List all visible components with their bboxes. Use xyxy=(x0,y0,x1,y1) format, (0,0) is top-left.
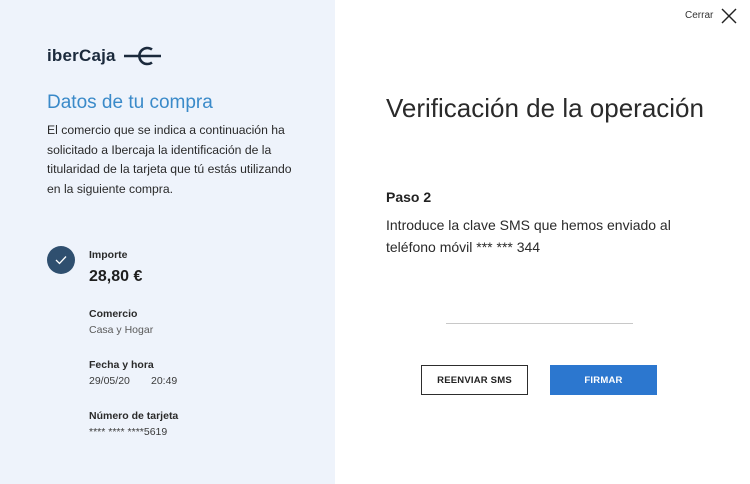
close-icon[interactable] xyxy=(721,8,737,24)
time-value: 20:49 xyxy=(151,375,178,387)
amount-value: 28,80 € xyxy=(89,268,143,285)
sign-button[interactable]: FIRMAR xyxy=(550,365,657,395)
check-icon xyxy=(55,256,67,265)
verification-title: Verificación de la operación xyxy=(386,93,704,123)
purchase-details-panel: iberCaja Datos de tu compra El comercio … xyxy=(0,0,335,484)
status-check-badge xyxy=(47,246,75,274)
datetime-label: Fecha y hora xyxy=(89,359,154,371)
resend-sms-button[interactable]: REENVIAR SMS xyxy=(421,365,528,395)
merchant-value: Casa y Hogar xyxy=(89,324,154,336)
step-description: Introduce la clave SMS que hemos enviado… xyxy=(386,217,671,255)
logo-text: iberCaja xyxy=(47,46,116,65)
ibercaja-arrow-mark-icon xyxy=(123,46,161,66)
step-label: Paso 2 xyxy=(386,189,432,205)
merchant-label: Comercio xyxy=(89,308,138,320)
close-label[interactable]: Cerrar xyxy=(685,10,713,21)
purchase-title: Datos de tu compra xyxy=(47,92,213,113)
ibercaja-logo: iberCaja xyxy=(47,45,162,67)
date-value: 29/05/20 xyxy=(89,375,130,387)
purchase-description: El comercio que se indica a continuación… xyxy=(47,123,292,196)
card-number-label: Número de tarjeta xyxy=(89,410,179,422)
sms-code-input[interactable] xyxy=(446,300,633,324)
amount-label: Importe xyxy=(89,249,128,261)
card-number-value: **** **** ****5619 xyxy=(89,426,168,438)
